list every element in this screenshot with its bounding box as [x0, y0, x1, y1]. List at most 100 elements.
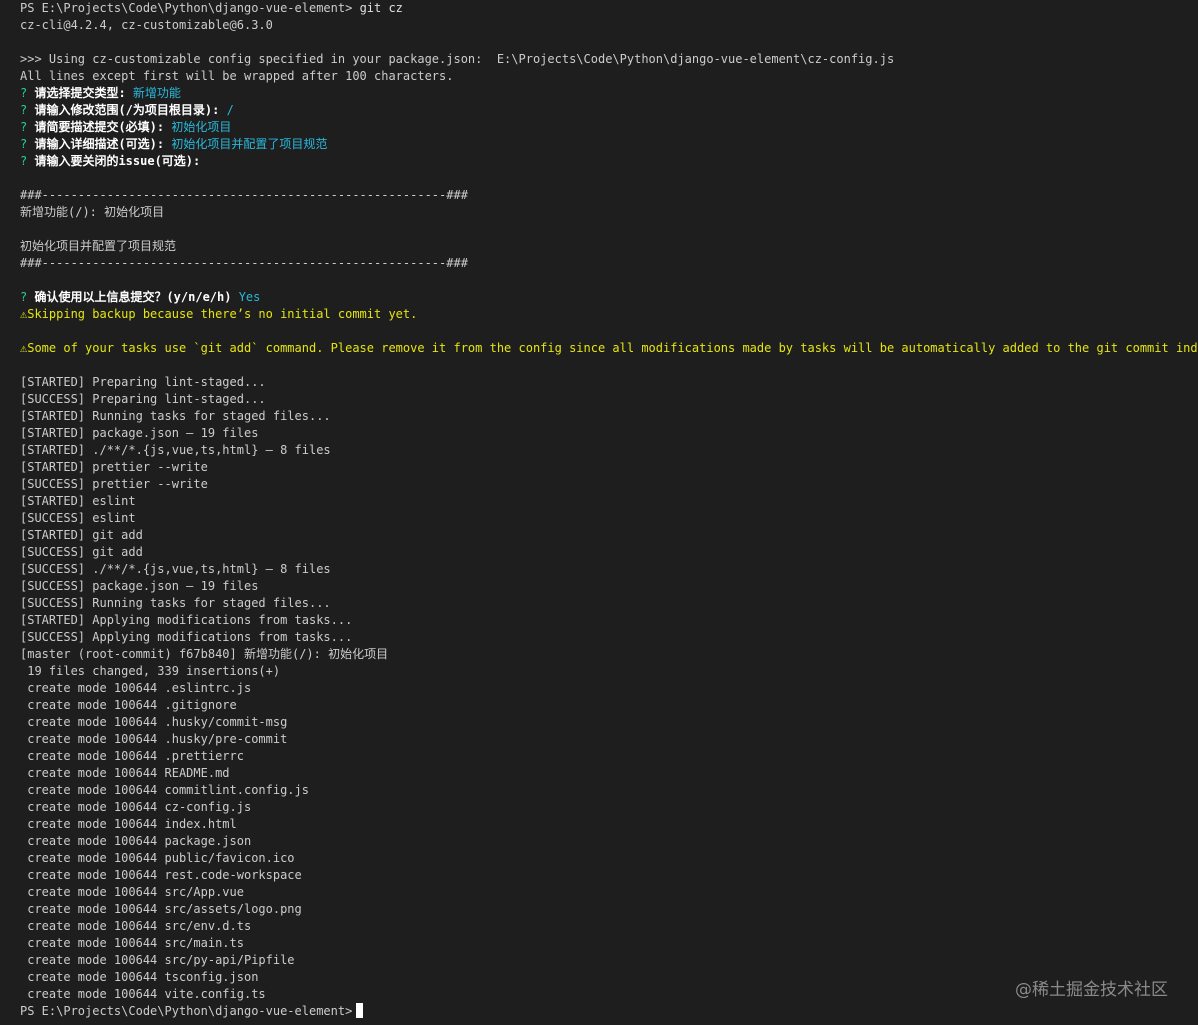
terminal-text: create mode 100644 README.md [20, 766, 230, 780]
terminal-line: [SUCCESS] eslint [20, 510, 1198, 527]
prompt-text: PS E:\Projects\Code\Python\django-vue-el… [20, 1004, 353, 1018]
terminal-line: create mode 100644 README.md [20, 765, 1198, 782]
terminal-text: 新增功能 [125, 86, 181, 100]
terminal-text: create mode 100644 .gitignore [20, 698, 237, 712]
terminal-line: ⚠Some of your tasks use `git add` comman… [20, 340, 1198, 357]
prompt-line[interactable]: PS E:\Projects\Code\Python\django-vue-el… [20, 1003, 1198, 1020]
terminal-line: ? 请输入要关闭的issue(可选): [20, 153, 1198, 170]
terminal-text: [master (root-commit) f67b840] 新增功能(/): … [20, 647, 389, 661]
terminal-text: create mode 100644 public/favicon.ico [20, 851, 295, 865]
terminal-line: [SUCCESS] prettier --write [20, 476, 1198, 493]
terminal-text: create mode 100644 .eslintrc.js [20, 681, 252, 695]
terminal-text: ###-------------------------------------… [20, 256, 468, 270]
terminal-line: [SUCCESS] Preparing lint-staged... [20, 391, 1198, 408]
terminal-text: >>> Using cz-customizable config specifi… [20, 52, 895, 66]
terminal-line: [SUCCESS] Applying modifications from ta… [20, 629, 1198, 646]
terminal-text: create mode 100644 index.html [20, 817, 237, 831]
terminal-text: ⚠Some of your tasks use `git add` comman… [20, 341, 1198, 355]
terminal-text: [SUCCESS] Running tasks for staged files… [20, 596, 331, 610]
terminal-text: All lines except first will be wrapped a… [20, 69, 454, 83]
terminal-line: [STARTED] Applying modifications from ta… [20, 612, 1198, 629]
terminal-line: ###-------------------------------------… [20, 187, 1198, 204]
terminal-line: [SUCCESS] Running tasks for staged files… [20, 595, 1198, 612]
terminal-line: create mode 100644 src/env.d.ts [20, 918, 1198, 935]
terminal-text: 请输入详细描述(可选): [34, 137, 165, 151]
terminal-line: [SUCCESS] ./**/*.{js,vue,ts,html} — 8 fi… [20, 561, 1198, 578]
terminal-line: create mode 100644 .husky/commit-msg [20, 714, 1198, 731]
terminal-line: All lines except first will be wrapped a… [20, 68, 1198, 85]
terminal-text: create mode 100644 cz-config.js [20, 800, 252, 814]
terminal-text: / [219, 103, 234, 117]
terminal-line: [SUCCESS] git add [20, 544, 1198, 561]
terminal-text: 请输入要关闭的issue(可选): [34, 154, 201, 168]
terminal-text: [STARTED] ./**/*.{js,vue,ts,html} — 8 fi… [20, 443, 331, 457]
terminal-text: create mode 100644 package.json [20, 834, 252, 848]
terminal-text: cz-cli@4.2.4, cz-customizable@6.3.0 [20, 18, 273, 32]
terminal-text: [STARTED] Preparing lint-staged... [20, 375, 266, 389]
terminal-line: [master (root-commit) f67b840] 新增功能(/): … [20, 646, 1198, 663]
terminal-line: create mode 100644 src/assets/logo.png [20, 901, 1198, 918]
terminal-line: ? 确认使用以上信息提交？(y/n/e/h) Yes [20, 289, 1198, 306]
terminal-text: [STARTED] prettier --write [20, 460, 208, 474]
terminal-line: create mode 100644 package.json [20, 833, 1198, 850]
terminal-line: [SUCCESS] package.json — 19 files [20, 578, 1198, 595]
terminal-text: ? [20, 103, 35, 117]
terminal-text: ? [20, 137, 35, 151]
terminal-text: [SUCCESS] git add [20, 545, 143, 559]
terminal-line: create mode 100644 src/py-api/Pipfile [20, 952, 1198, 969]
terminal-line: [STARTED] Preparing lint-staged... [20, 374, 1198, 391]
terminal-text: create mode 100644 .husky/pre-commit [20, 732, 288, 746]
terminal-text: create mode 100644 vite.config.ts [20, 987, 266, 1001]
terminal-line: create mode 100644 .prettierrc [20, 748, 1198, 765]
terminal-line: 新增功能(/): 初始化项目 [20, 204, 1198, 221]
terminal-line: [STARTED] package.json — 19 files [20, 425, 1198, 442]
terminal-line: create mode 100644 src/main.ts [20, 935, 1198, 952]
terminal-text: 19 files changed, 339 insertions(+) [20, 664, 281, 678]
terminal-text: git cz [359, 1, 403, 15]
terminal-line: ? 请输入修改范围(/为项目根目录): / [20, 102, 1198, 119]
terminal-text: [SUCCESS] Preparing lint-staged... [20, 392, 266, 406]
terminal-line: create mode 100644 index.html [20, 816, 1198, 833]
terminal-line: create mode 100644 commitlint.config.js [20, 782, 1198, 799]
terminal-line: 19 files changed, 339 insertions(+) [20, 663, 1198, 680]
terminal-line: create mode 100644 .gitignore [20, 697, 1198, 714]
terminal-text: [STARTED] eslint [20, 494, 136, 508]
terminal-text: [SUCCESS] package.json — 19 files [20, 579, 259, 593]
terminal-text: create mode 100644 .prettierrc [20, 749, 244, 763]
terminal-line: >>> Using cz-customizable config specifi… [20, 51, 1198, 68]
terminal-line: cz-cli@4.2.4, cz-customizable@6.3.0 [20, 17, 1198, 34]
terminal-line: 初始化项目并配置了项目规范 [20, 238, 1198, 255]
terminal-text: [SUCCESS] ./**/*.{js,vue,ts,html} — 8 fi… [20, 562, 331, 576]
terminal-text: ? [20, 86, 35, 100]
terminal-output[interactable]: PS E:\Projects\Code\Python\django-vue-el… [20, 0, 1198, 1025]
terminal-line: [STARTED] eslint [20, 493, 1198, 510]
terminal-text: create mode 100644 src/main.ts [20, 936, 244, 950]
terminal-text: [SUCCESS] eslint [20, 511, 136, 525]
terminal-line: ? 请输入详细描述(可选): 初始化项目并配置了项目规范 [20, 136, 1198, 153]
terminal-line: create mode 100644 public/favicon.ico [20, 850, 1198, 867]
terminal-text: create mode 100644 src/assets/logo.png [20, 902, 302, 916]
terminal-text: 请简要描述提交(必填): [34, 120, 165, 134]
terminal-text: [STARTED] Applying modifications from ta… [20, 613, 353, 627]
terminal-text: create mode 100644 src/env.d.ts [20, 919, 252, 933]
terminal-text: ⚠Skipping backup because there’s no init… [20, 307, 418, 321]
terminal-text: ? [20, 120, 35, 134]
text-cursor [356, 1003, 364, 1018]
terminal-text: create mode 100644 .husky/commit-msg [20, 715, 288, 729]
terminal-text: Yes [231, 290, 261, 304]
terminal-text: [STARTED] Running tasks for staged files… [20, 409, 331, 423]
terminal-text: create mode 100644 rest.code-workspace [20, 868, 302, 882]
terminal-line: PS E:\Projects\Code\Python\django-vue-el… [20, 0, 1198, 17]
terminal-text: [SUCCESS] Applying modifications from ta… [20, 630, 353, 644]
terminal-text: create mode 100644 src/App.vue [20, 885, 244, 899]
terminal-text: create mode 100644 tsconfig.json [20, 970, 259, 984]
terminal-text: [SUCCESS] prettier --write [20, 477, 208, 491]
terminal-text: 新增功能(/): 初始化项目 [20, 205, 165, 219]
terminal-line: ###-------------------------------------… [20, 255, 1198, 272]
terminal-text: ? [20, 154, 35, 168]
